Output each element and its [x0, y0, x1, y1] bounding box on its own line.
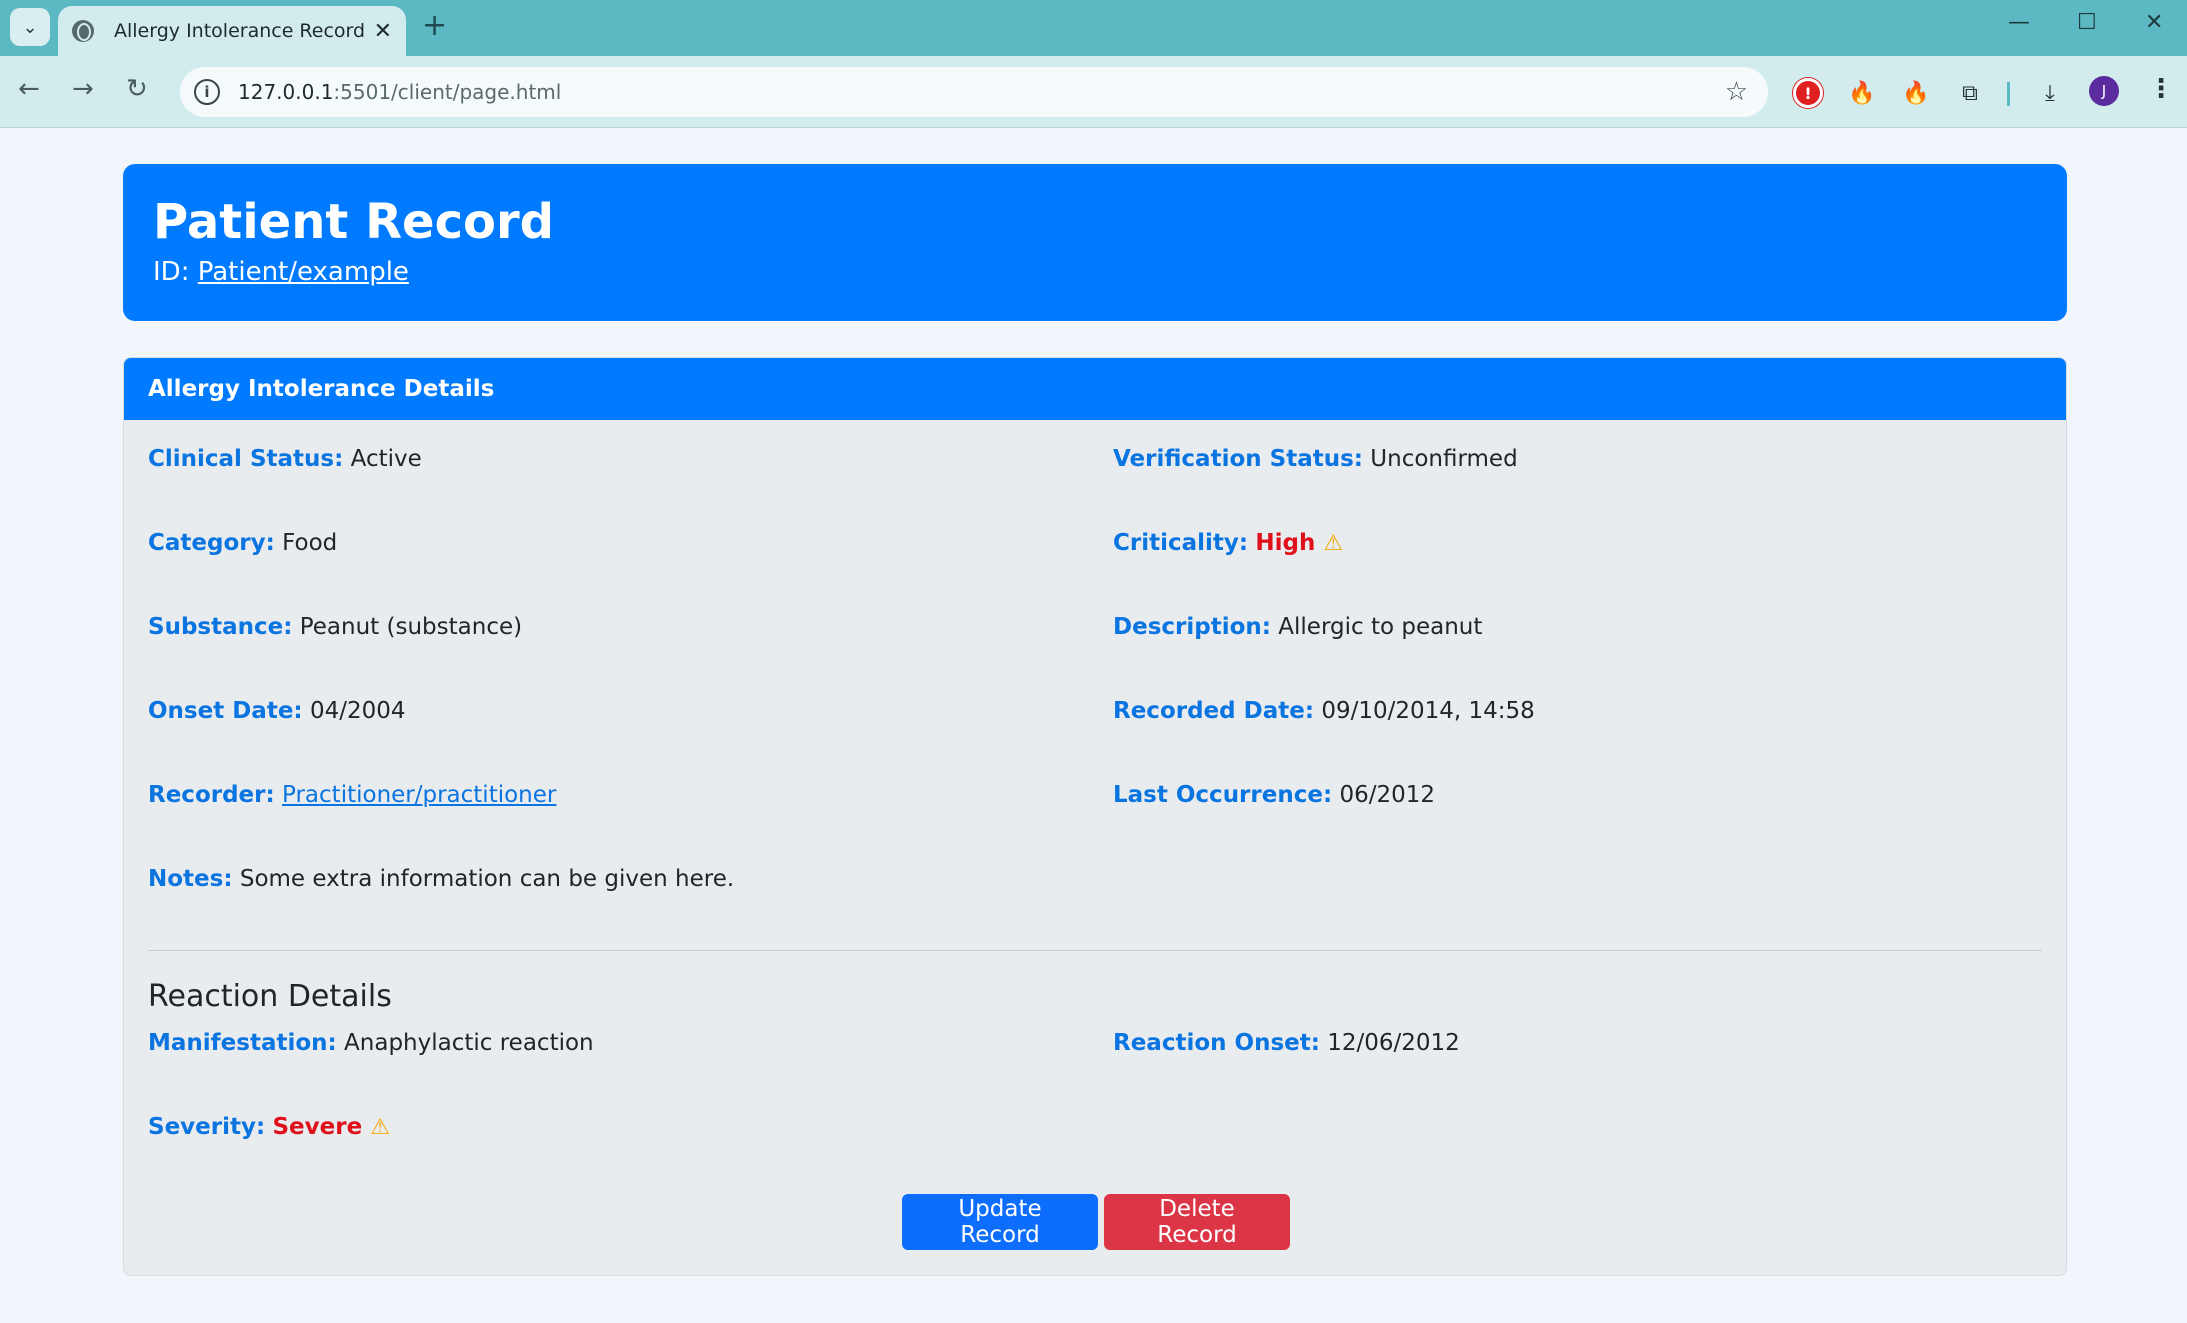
delete-record-button[interactable]: Delete Record	[1104, 1194, 1290, 1250]
verification-status-field: Verification Status: Unconfirmed	[1113, 446, 1518, 472]
notes-field: Notes: Some extra information can be giv…	[148, 866, 735, 892]
extensions-puzzle-icon[interactable]: ⧉	[1955, 78, 1985, 108]
menu-kebab-icon[interactable]: ⋮	[2148, 74, 2174, 104]
browser-tab-bar: ⌄ Allergy Intolerance Record ✕ + — ☐ ✕	[0, 0, 2187, 56]
toolbar-separator	[2007, 82, 2010, 106]
empty-cell	[1113, 866, 2042, 950]
address-bar[interactable]: i 127.0.0.1:5501/client/page.html ☆	[180, 67, 1768, 117]
allergy-details-card: Allergy Intolerance Details Clinical Sta…	[123, 357, 2067, 1276]
browser-toolbar: ← → ↻ i 127.0.0.1:5501/client/page.html …	[0, 56, 2187, 128]
description-field: Description: Allergic to peanut	[1113, 614, 1483, 640]
severity-field: Severity: Severe ⚠	[148, 1114, 390, 1140]
forward-arrow-icon[interactable]: →	[72, 74, 94, 104]
window-close-icon[interactable]: ✕	[2145, 10, 2163, 35]
page-title: Patient Record	[153, 194, 555, 250]
tab-search-button[interactable]: ⌄	[10, 8, 50, 46]
card-header: Allergy Intolerance Details	[124, 358, 2066, 420]
close-icon[interactable]: ✕	[374, 19, 392, 44]
tab-title: Allergy Intolerance Record	[114, 20, 366, 42]
fire-extension-2-icon[interactable]: 🔥	[1901, 78, 1931, 108]
manifestation-field: Manifestation: Anaphylactic reaction	[148, 1030, 594, 1056]
download-icon[interactable]: ⤓	[2035, 78, 2065, 108]
warning-triangle-icon: ⚠	[1323, 531, 1344, 556]
update-record-button[interactable]: Update Record	[902, 1194, 1098, 1250]
adblock-extension-icon[interactable]: !	[1793, 78, 1823, 108]
maximize-icon[interactable]: ☐	[2077, 10, 2097, 35]
patient-id-link[interactable]: Patient/example	[198, 257, 409, 287]
patient-record-header: Patient Record ID: Patient/example	[123, 164, 2067, 321]
new-tab-button[interactable]: +	[422, 8, 447, 43]
criticality-field: Criticality: High ⚠	[1113, 530, 1344, 556]
action-buttons: Update Record Delete Record	[124, 1194, 2066, 1250]
back-arrow-icon[interactable]: ←	[18, 74, 40, 104]
reload-icon[interactable]: ↻	[126, 74, 148, 104]
onset-date-field: Onset Date: 04/2004	[148, 698, 406, 724]
last-occurrence-field: Last Occurrence: 06/2012	[1113, 782, 1436, 808]
substance-field: Substance: Peanut (substance)	[148, 614, 523, 640]
bookmark-star-icon[interactable]: ☆	[1725, 77, 1748, 107]
reaction-section-title: Reaction Details	[148, 979, 392, 1014]
browser-tab[interactable]: Allergy Intolerance Record ✕	[58, 6, 406, 56]
url-text: 127.0.0.1:5501/client/page.html	[238, 80, 562, 104]
site-info-icon[interactable]: i	[194, 79, 220, 105]
recorded-date-field: Recorded Date: 09/10/2014, 14:58	[1113, 698, 1535, 724]
fire-extension-icon[interactable]: 🔥	[1847, 78, 1877, 108]
clinical-status-field: Clinical Status: Active	[148, 446, 422, 472]
globe-icon	[72, 20, 94, 42]
recorder-link[interactable]: Practitioner/practitioner	[282, 782, 556, 808]
profile-avatar[interactable]: J	[2089, 76, 2119, 106]
card-body: Clinical Status: Active Verification Sta…	[124, 420, 2066, 1198]
recorder-field: Recorder: Practitioner/practitioner	[148, 782, 557, 808]
minimize-icon[interactable]: —	[2008, 10, 2030, 35]
category-field: Category: Food	[148, 530, 338, 556]
chevron-down-icon: ⌄	[22, 16, 38, 38]
warning-triangle-icon: ⚠	[370, 1115, 390, 1140]
section-divider	[148, 950, 2042, 951]
reaction-onset-field: Reaction Onset: 12/06/2012	[1113, 1030, 1460, 1056]
patient-id: ID: Patient/example	[153, 256, 409, 287]
